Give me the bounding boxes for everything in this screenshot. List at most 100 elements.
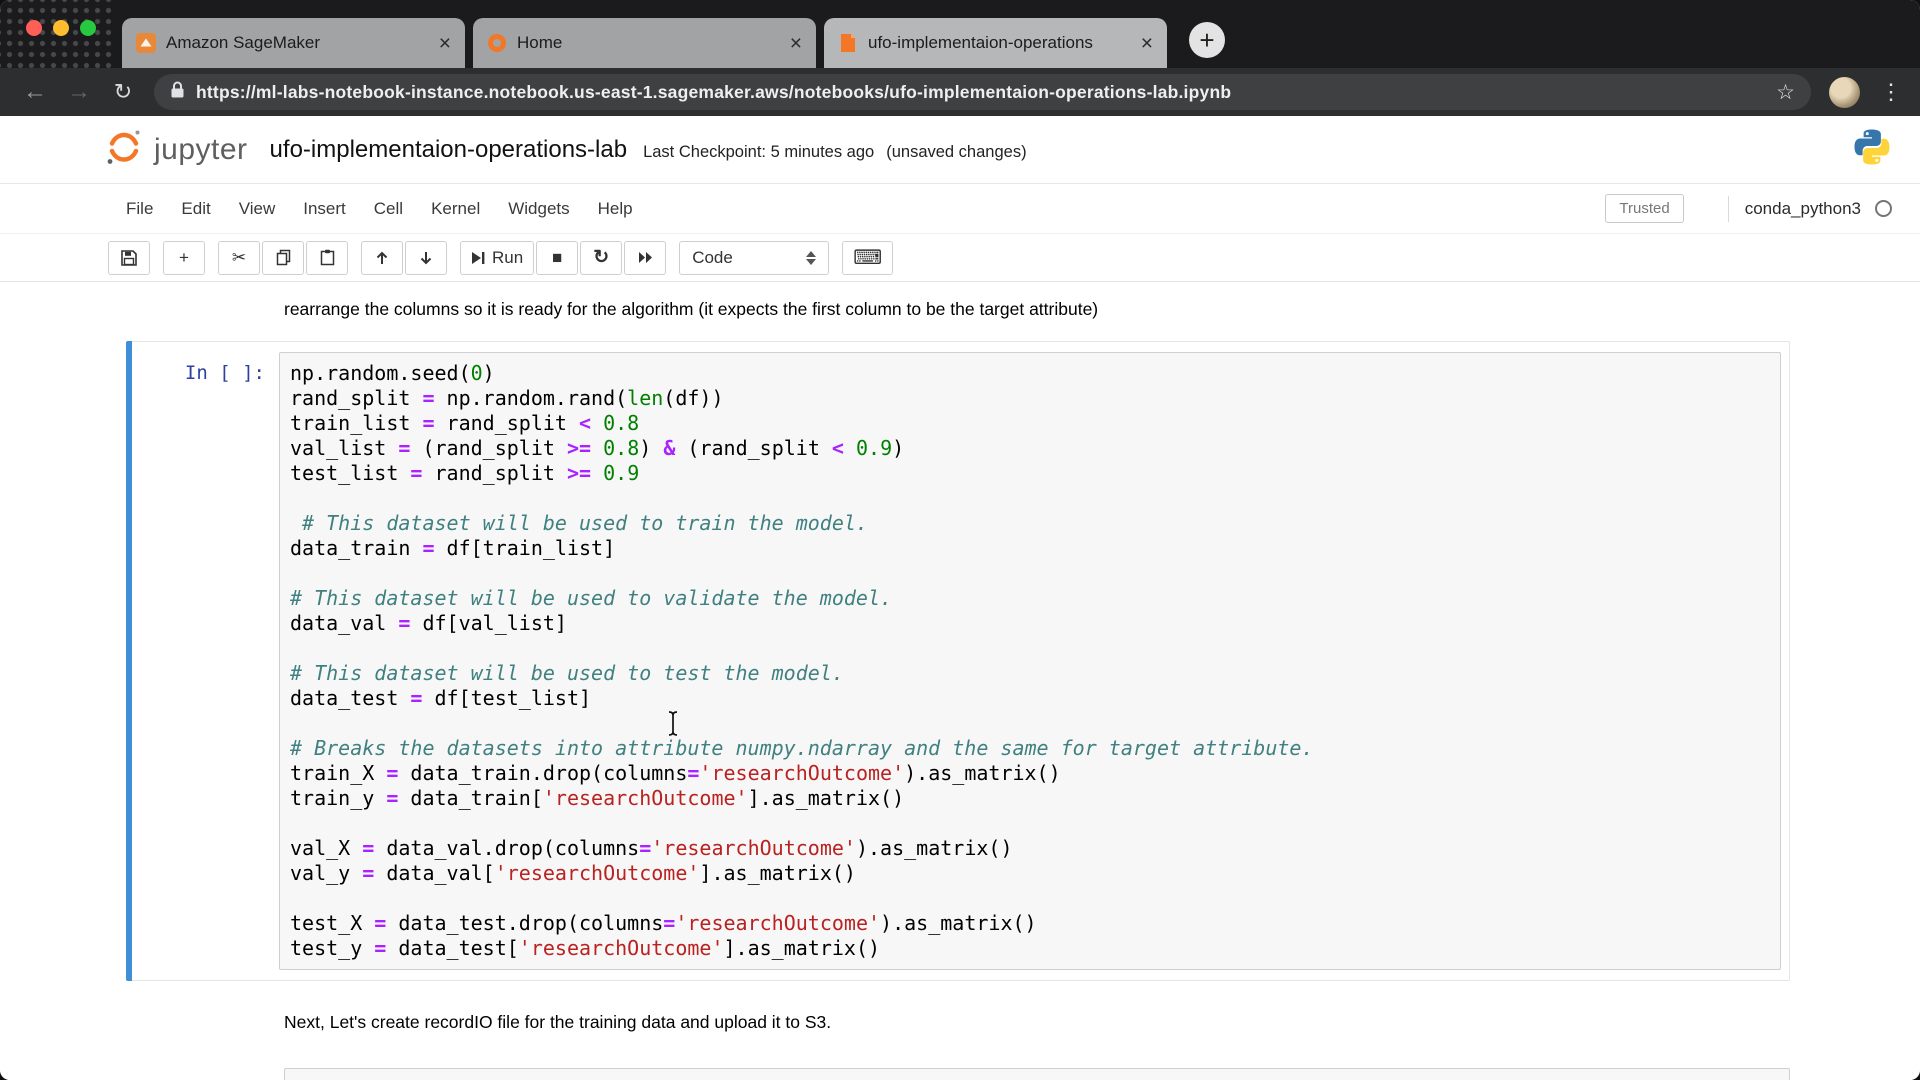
cut-cell-button[interactable]: ✂ — [218, 241, 260, 275]
menu-edit[interactable]: Edit — [167, 199, 224, 219]
lock-icon — [170, 81, 185, 104]
tab-home[interactable]: Home × — [473, 18, 816, 68]
notebook-title[interactable]: ufo-implementaion-operations-lab — [270, 136, 628, 164]
notebook-content: rearrange the columns so it is ready for… — [0, 282, 1920, 1080]
menu-view[interactable]: View — [225, 199, 290, 219]
plus-icon: + — [179, 249, 189, 266]
trusted-button[interactable]: Trusted — [1605, 194, 1683, 223]
tab-list: Amazon SageMaker × Home × ufo-implementa… — [122, 0, 1225, 68]
kernel-name: conda_python3 — [1745, 199, 1861, 219]
code-line: val_X = data_val.drop(columns='researchO… — [290, 836, 1770, 861]
close-tab-icon[interactable]: × — [1139, 33, 1155, 54]
insert-cell-button[interactable]: + — [163, 241, 205, 275]
code-line: train_y = data_train['researchOutcome'].… — [290, 786, 1770, 811]
back-icon[interactable]: ← — [18, 78, 52, 106]
code-line — [290, 486, 1770, 511]
menu-help[interactable]: Help — [584, 199, 647, 219]
code-line: val_y = data_val['researchOutcome'].as_m… — [290, 861, 1770, 886]
code-line: train_list = rand_split < 0.8 — [290, 411, 1770, 436]
code-line: train_X = data_train.drop(columns='resea… — [290, 761, 1770, 786]
code-line: # This dataset will be used to train the… — [290, 511, 1770, 536]
code-line: test_X = data_test.drop(columns='researc… — [290, 911, 1770, 936]
notebook-toolbar: + ✂ Run ■ ↻ — [0, 234, 1920, 282]
cut-icon: ✂ — [232, 249, 246, 266]
save-icon — [120, 249, 138, 267]
text-cursor-icon — [666, 710, 680, 742]
next-code-cell-partial[interactable] — [284, 1068, 1790, 1080]
interrupt-kernel-button[interactable]: ■ — [536, 241, 578, 275]
menu-widgets[interactable]: Widgets — [494, 199, 583, 219]
code-lines: np.random.seed(0)rand_split = np.random.… — [290, 361, 1770, 961]
tab-ufo-notebook[interactable]: ufo-implementaion-operations × — [824, 18, 1167, 68]
paste-icon — [319, 249, 336, 266]
code-line: # This dataset will be used to test the … — [290, 661, 1770, 686]
menu-insert[interactable]: Insert — [289, 199, 360, 219]
move-cell-down-button[interactable] — [405, 241, 447, 275]
close-tab-icon[interactable]: × — [437, 33, 453, 54]
paste-cell-button[interactable] — [306, 241, 348, 275]
jupyter-wordmark[interactable]: jupyter — [154, 133, 248, 167]
cell-type-select[interactable]: Code — [679, 241, 829, 275]
restart-run-all-button[interactable] — [624, 241, 666, 275]
selected-cell-indicator — [126, 341, 132, 981]
cell-type-value: Code — [692, 248, 733, 268]
forward-icon[interactable]: → — [62, 78, 96, 106]
run-cell-button[interactable]: Run — [460, 241, 534, 275]
sagemaker-icon — [136, 33, 156, 53]
markdown-cell-top[interactable]: rearrange the columns so it is ready for… — [126, 298, 1790, 321]
markdown-cell-bottom[interactable]: Next, Let's create recordIO file for the… — [126, 1011, 1790, 1034]
restart-kernel-button[interactable]: ↻ — [580, 241, 622, 275]
unsaved-changes-status: (unsaved changes) — [886, 137, 1026, 162]
bookmark-star-icon[interactable]: ☆ — [1776, 80, 1795, 105]
reload-icon[interactable]: ↻ — [106, 79, 140, 105]
notebook-menubar: File Edit View Insert Cell Kernel Widget… — [0, 184, 1920, 234]
browser-menu-icon[interactable]: ⋮ — [1880, 79, 1902, 105]
run-icon — [471, 251, 485, 265]
code-line: rand_split = np.random.rand(len(df)) — [290, 386, 1770, 411]
profile-avatar[interactable] — [1829, 77, 1860, 108]
code-line: # Breaks the datasets into attribute num… — [290, 736, 1770, 761]
code-line: data_train = df[train_list] — [290, 536, 1770, 561]
tab-title: ufo-implementaion-operations — [868, 33, 1129, 53]
command-palette-button[interactable]: ⌨ — [842, 241, 893, 275]
restart-icon: ↻ — [593, 248, 609, 267]
code-line: data_val = df[val_list] — [290, 611, 1770, 636]
checkpoint-status: Last Checkpoint: 5 minutes ago — [643, 137, 874, 162]
code-cell-selected[interactable]: In [ ]: np.random.seed(0)rand_split = np… — [126, 341, 1790, 981]
fast-forward-icon — [638, 251, 653, 264]
code-line — [290, 636, 1770, 661]
divider — [1728, 196, 1729, 222]
python-logo-icon — [1852, 127, 1892, 172]
jupyter-ring-icon — [487, 33, 507, 53]
arrow-up-icon — [374, 250, 390, 266]
code-line — [290, 811, 1770, 836]
move-cell-up-button[interactable] — [361, 241, 403, 275]
menu-cell[interactable]: Cell — [360, 199, 417, 219]
code-line: val_list = (rand_split >= 0.8) & (rand_s… — [290, 436, 1770, 461]
copy-icon — [275, 249, 292, 266]
menu-kernel[interactable]: Kernel — [417, 199, 494, 219]
zoom-window-button[interactable] — [80, 20, 96, 36]
code-line: data_test = df[test_list] — [290, 686, 1770, 711]
code-line: test_list = rand_split >= 0.9 — [290, 461, 1770, 486]
tab-amazon-sagemaker[interactable]: Amazon SageMaker × — [122, 18, 465, 68]
close-tab-icon[interactable]: × — [788, 33, 804, 54]
address-bar[interactable]: https://ml-labs-notebook-instance.notebo… — [154, 74, 1811, 110]
arrow-down-icon — [418, 250, 434, 266]
select-arrows-icon — [806, 251, 816, 265]
browser-window: Amazon SageMaker × Home × ufo-implementa… — [0, 0, 1920, 1080]
markdown-text: Next, Let's create recordIO file for the… — [284, 1012, 831, 1032]
minimize-window-button[interactable] — [53, 20, 69, 36]
window-controls — [26, 20, 96, 36]
stop-icon: ■ — [552, 249, 562, 266]
keyboard-icon: ⌨ — [853, 248, 882, 268]
close-window-button[interactable] — [26, 20, 42, 36]
browser-navigation-bar: ← → ↻ https://ml-labs-notebook-instance.… — [0, 68, 1920, 116]
jupyter-logo-icon[interactable] — [104, 127, 144, 172]
code-line: # This dataset will be used to validate … — [290, 586, 1770, 611]
code-input-area[interactable]: np.random.seed(0)rand_split = np.random.… — [279, 352, 1781, 970]
menu-file[interactable]: File — [112, 199, 167, 219]
save-button[interactable] — [108, 241, 150, 275]
copy-cell-button[interactable] — [262, 241, 304, 275]
new-tab-button[interactable]: + — [1189, 22, 1225, 58]
